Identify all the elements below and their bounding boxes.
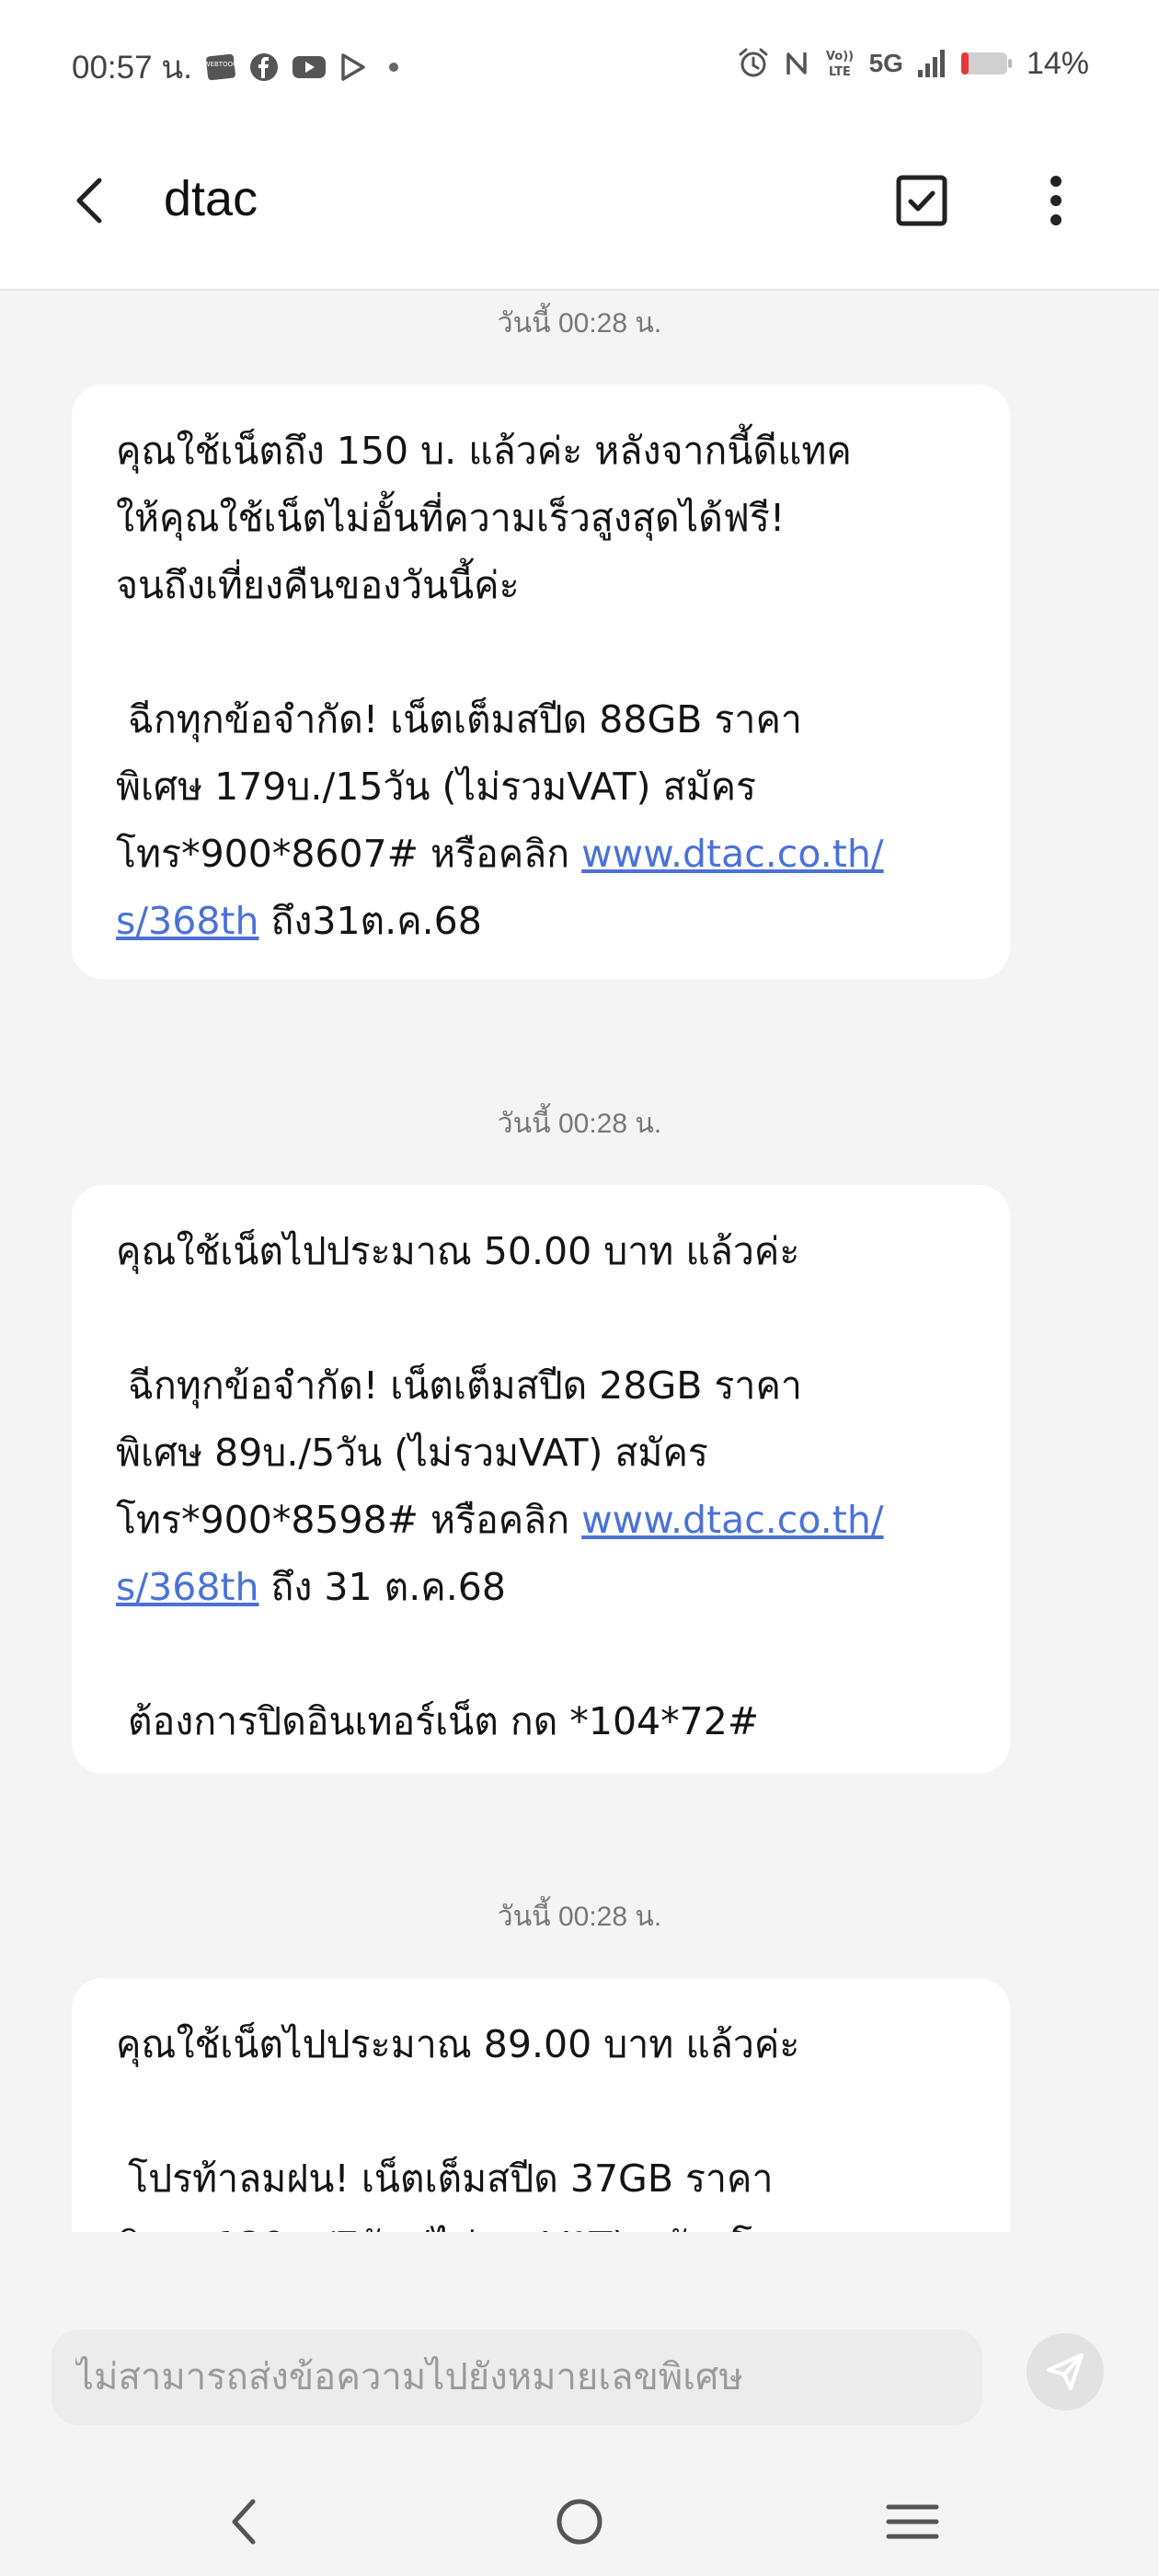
network-5g-label: 5G	[868, 49, 903, 77]
status-time: 00:57 น.	[72, 49, 192, 86]
alarm-icon	[737, 47, 770, 80]
message-text: โทร*900*8598# หรือคลิก	[116, 1498, 582, 1542]
status-left: 00:57 น. WEBTOON	[72, 44, 400, 90]
nav-back-button[interactable]	[202, 2480, 285, 2563]
svg-text:Vo)): Vo))	[825, 50, 853, 63]
nfc-icon	[783, 47, 810, 80]
message-bubble[interactable]: คุณใช้เน็ตไปประมาณ 89.00 บาท แล้วค่ะ โปร…	[72, 1978, 1010, 2232]
send-button[interactable]	[1027, 2333, 1104, 2410]
svg-text:LTE: LTE	[829, 65, 851, 79]
message-line: ต้องการปิดอินเทอร์เน็ต กด *104*72#	[116, 1699, 760, 1743]
message-timestamp: วันนี้ 00:28 น.	[497, 1109, 662, 1139]
message-text: โทร*900*8607# หรือคลิก	[116, 832, 582, 876]
webtoon-icon: WEBTOON	[205, 52, 236, 83]
promo-link[interactable]: s/368th	[116, 1565, 259, 1609]
message-bubble[interactable]: คุณใช้เน็ตถึง 150 บ. แล้วค่ะ หลังจากนี้ด…	[72, 385, 1010, 979]
play-store-icon	[339, 52, 367, 82]
message-line: จนถึงเที่ยงคืนของวันนี้ค่ะ	[116, 563, 520, 607]
message-text: ถึง 31 ต.ค.68	[258, 1565, 506, 1609]
message-list[interactable]: วันนี้ 00:28 น. คุณใช้เน็ตถึง 150 บ. แล้…	[0, 293, 1159, 2232]
battery-icon	[960, 50, 1014, 77]
message-line: s/368th ถึง 31 ต.ค.68	[116, 1554, 966, 1621]
composer-bar	[0, 2296, 1159, 2462]
battery-percentage: 14%	[1026, 45, 1089, 81]
volte-icon: Vo)) LTE	[823, 46, 856, 81]
message-timestamp: วันนี้ 00:28 น.	[497, 308, 662, 339]
message-line: โปรท้าลมฝน! เน็ตเต็มสปีด 37GB ราคา	[116, 2156, 774, 2201]
send-icon	[1047, 2353, 1084, 2390]
message-text: ถึง31ต.ค.68	[258, 899, 482, 943]
youtube-icon	[292, 53, 327, 81]
more-options-button[interactable]	[1019, 164, 1093, 237]
message-line: โทร*900*8607# หรือคลิก www.dtac.co.th/	[116, 821, 966, 888]
message-line: คุณใช้เน็ตไปประมาณ 50.00 บาท แล้วค่ะ	[116, 1229, 800, 1273]
message-line: พิเศษ 179บ./15วัน (ไม่รวมVAT) สมัคร	[116, 765, 757, 809]
message-line: คุณใช้เน็ตถึง 150 บ. แล้วค่ะ หลังจากนี้ด…	[116, 429, 852, 473]
system-nav-bar	[0, 2462, 1159, 2576]
message-line: โทร*900*8598# หรือคลิก www.dtac.co.th/	[116, 1487, 966, 1554]
webtoon-label: WEBTOON	[205, 61, 236, 68]
facebook-icon	[249, 52, 279, 82]
promo-link[interactable]: www.dtac.co.th/	[581, 1498, 883, 1542]
message-bubble[interactable]: คุณใช้เน็ตไปประมาณ 50.00 บาท แล้วค่ะ ฉีก…	[72, 1185, 1010, 1774]
message-input[interactable]	[52, 2329, 982, 2425]
back-button[interactable]	[57, 167, 123, 234]
app-bar: dtac	[0, 129, 1159, 291]
message-line: ฉีกทุกข้อจำกัด! เน็ตเต็มสปีด 28GB ราคา	[116, 1363, 802, 1408]
select-messages-button[interactable]	[885, 164, 958, 237]
message-line: พิเศษ 89บ./5วัน (ไม่รวมVAT) สมัคร	[116, 1431, 708, 1475]
nav-home-icon	[557, 2499, 602, 2545]
nav-home-button[interactable]	[538, 2480, 621, 2563]
more-vert-icon	[1050, 176, 1061, 225]
promo-link[interactable]: s/368th	[116, 899, 259, 943]
status-right: Vo)) LTE 5G 14%	[737, 40, 1089, 86]
message-line: ให้คุณใช้เน็ตไม่อั้นที่ความเร็วสูงสุดได้…	[116, 496, 786, 540]
back-arrow-icon	[76, 178, 102, 224]
message-line: คุณใช้เน็ตไปประมาณ 89.00 บาท แล้วค่ะ	[116, 2022, 800, 2066]
promo-link[interactable]: www.dtac.co.th/	[581, 832, 883, 876]
message-line: พิเศษ 129บ./7วัน (ไม่รวมVAT) สมัครโทร	[116, 2213, 966, 2232]
message-line: ฉีกทุกข้อจำกัด! เน็ตเต็มสปีด 88GB ราคา	[116, 697, 802, 742]
dot-icon	[387, 61, 400, 74]
checkbox-icon	[896, 175, 947, 226]
message-line: s/368th ถึง31ต.ค.68	[116, 888, 966, 955]
conversation-title: dtac	[164, 171, 258, 226]
status-bar: 00:57 น. WEBTOON Vo)) LTE 5G 14%	[0, 0, 1159, 129]
nav-recents-icon	[886, 2504, 939, 2539]
signal-icon	[916, 48, 947, 79]
nav-back-icon	[232, 2499, 256, 2545]
nav-recents-button[interactable]	[871, 2480, 954, 2563]
message-timestamp: วันนี้ 00:28 น.	[497, 1902, 662, 1932]
